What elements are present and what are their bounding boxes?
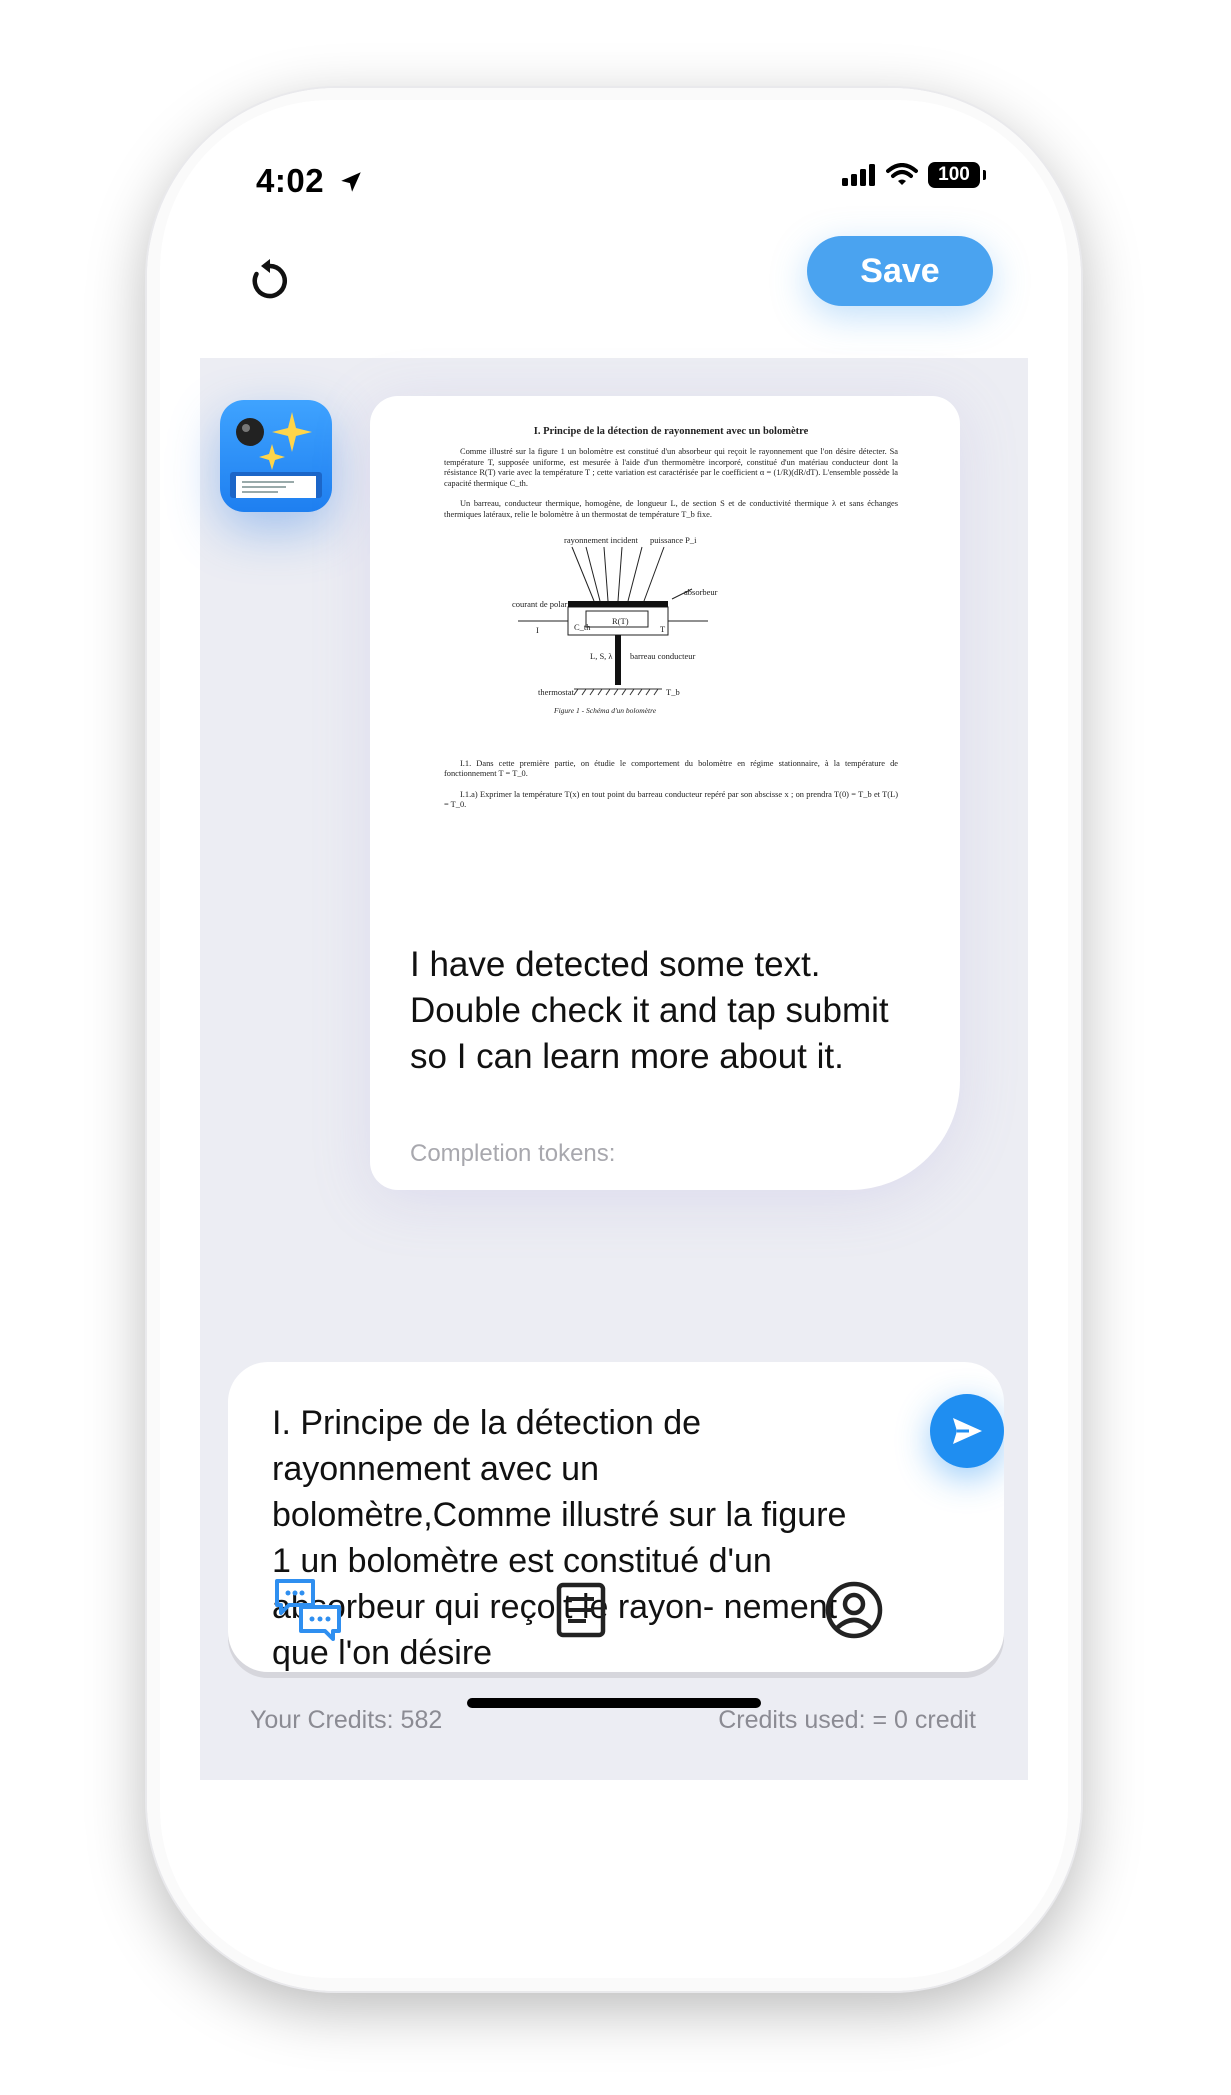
- completion-tokens-label: Completion tokens:: [410, 1140, 616, 1167]
- status-indicators: 100: [842, 162, 986, 188]
- figure-label-absorber: absorbeur: [684, 587, 718, 597]
- reset-button[interactable]: [242, 252, 298, 308]
- figure-label-t: T: [660, 624, 666, 634]
- tab-profile[interactable]: [814, 1570, 894, 1650]
- figure-label-power: puissance P_i: [650, 535, 697, 545]
- bot-avatar: [220, 400, 332, 512]
- bot-message-text: I have detected some text. Double check …: [410, 945, 889, 1076]
- document-icon: [556, 1582, 606, 1638]
- document-paragraph: Comme illustré sur la figure 1 un bolomè…: [444, 447, 898, 488]
- figure-label-incident: rayonnement incident: [564, 535, 639, 545]
- status-time-text: 4:02: [256, 162, 325, 199]
- figure-bar: [615, 634, 621, 685]
- document-paragraph: I.1. Dans cette première partie, on étud…: [444, 758, 898, 779]
- refresh-icon: [252, 259, 287, 299]
- wifi-icon: [886, 163, 918, 185]
- figure-label-thermostat: thermostat: [538, 687, 575, 697]
- your-credits: Your Credits: 582: [250, 1706, 443, 1734]
- figure-label-tb: T_b: [666, 687, 680, 697]
- home-indicator[interactable]: [467, 1698, 761, 1708]
- figure-label-bar: barreau conducteur: [630, 651, 696, 661]
- chat-bubbles-icon: [275, 1579, 341, 1641]
- figure-absorber: [568, 600, 668, 607]
- bolometer-figure: rayonnement incident puissance P_i absor…: [512, 535, 718, 715]
- send-button[interactable]: [930, 1394, 1004, 1468]
- save-button[interactable]: Save: [807, 236, 993, 306]
- chat-area[interactable]: I. Principe de la détection de rayonneme…: [200, 358, 1028, 1780]
- location-arrow-icon: [340, 172, 361, 192]
- bot-message-bubble: I. Principe de la détection de rayonneme…: [370, 396, 960, 1190]
- tab-documents[interactable]: [541, 1570, 621, 1650]
- profile-icon: [825, 1581, 883, 1639]
- figure-label-I: I: [536, 625, 539, 635]
- tab-chat[interactable]: [268, 1570, 348, 1650]
- app-screen: 4:02 100 Save I. Principe de la détectio…: [160, 100, 1068, 1978]
- document-paragraph: I.1.a) Exprimer la température T(x) en t…: [444, 789, 898, 810]
- scanner-sparkles-icon: [230, 412, 322, 498]
- figure-caption: Figure 1 - Schéma d'un bolomètre: [553, 706, 657, 715]
- send-icon: [953, 1418, 982, 1444]
- battery-level: 100: [938, 164, 970, 185]
- cellular-signal-icon: [842, 164, 875, 186]
- document-paragraph: Un barreau, conducteur thermique, homogè…: [444, 499, 898, 519]
- battery-icon: 100: [928, 162, 986, 188]
- document-title: I. Principe de la détection de rayonneme…: [533, 426, 809, 437]
- status-time: 4:02: [256, 162, 364, 200]
- figure-label-rt: R(T): [612, 616, 629, 626]
- scanned-document-image: I. Principe de la détection de rayonneme…: [444, 426, 898, 920]
- credits-used: Credits used: = 0 credit: [718, 1706, 976, 1734]
- figure-label-lsl: L, S, λ: [590, 651, 613, 661]
